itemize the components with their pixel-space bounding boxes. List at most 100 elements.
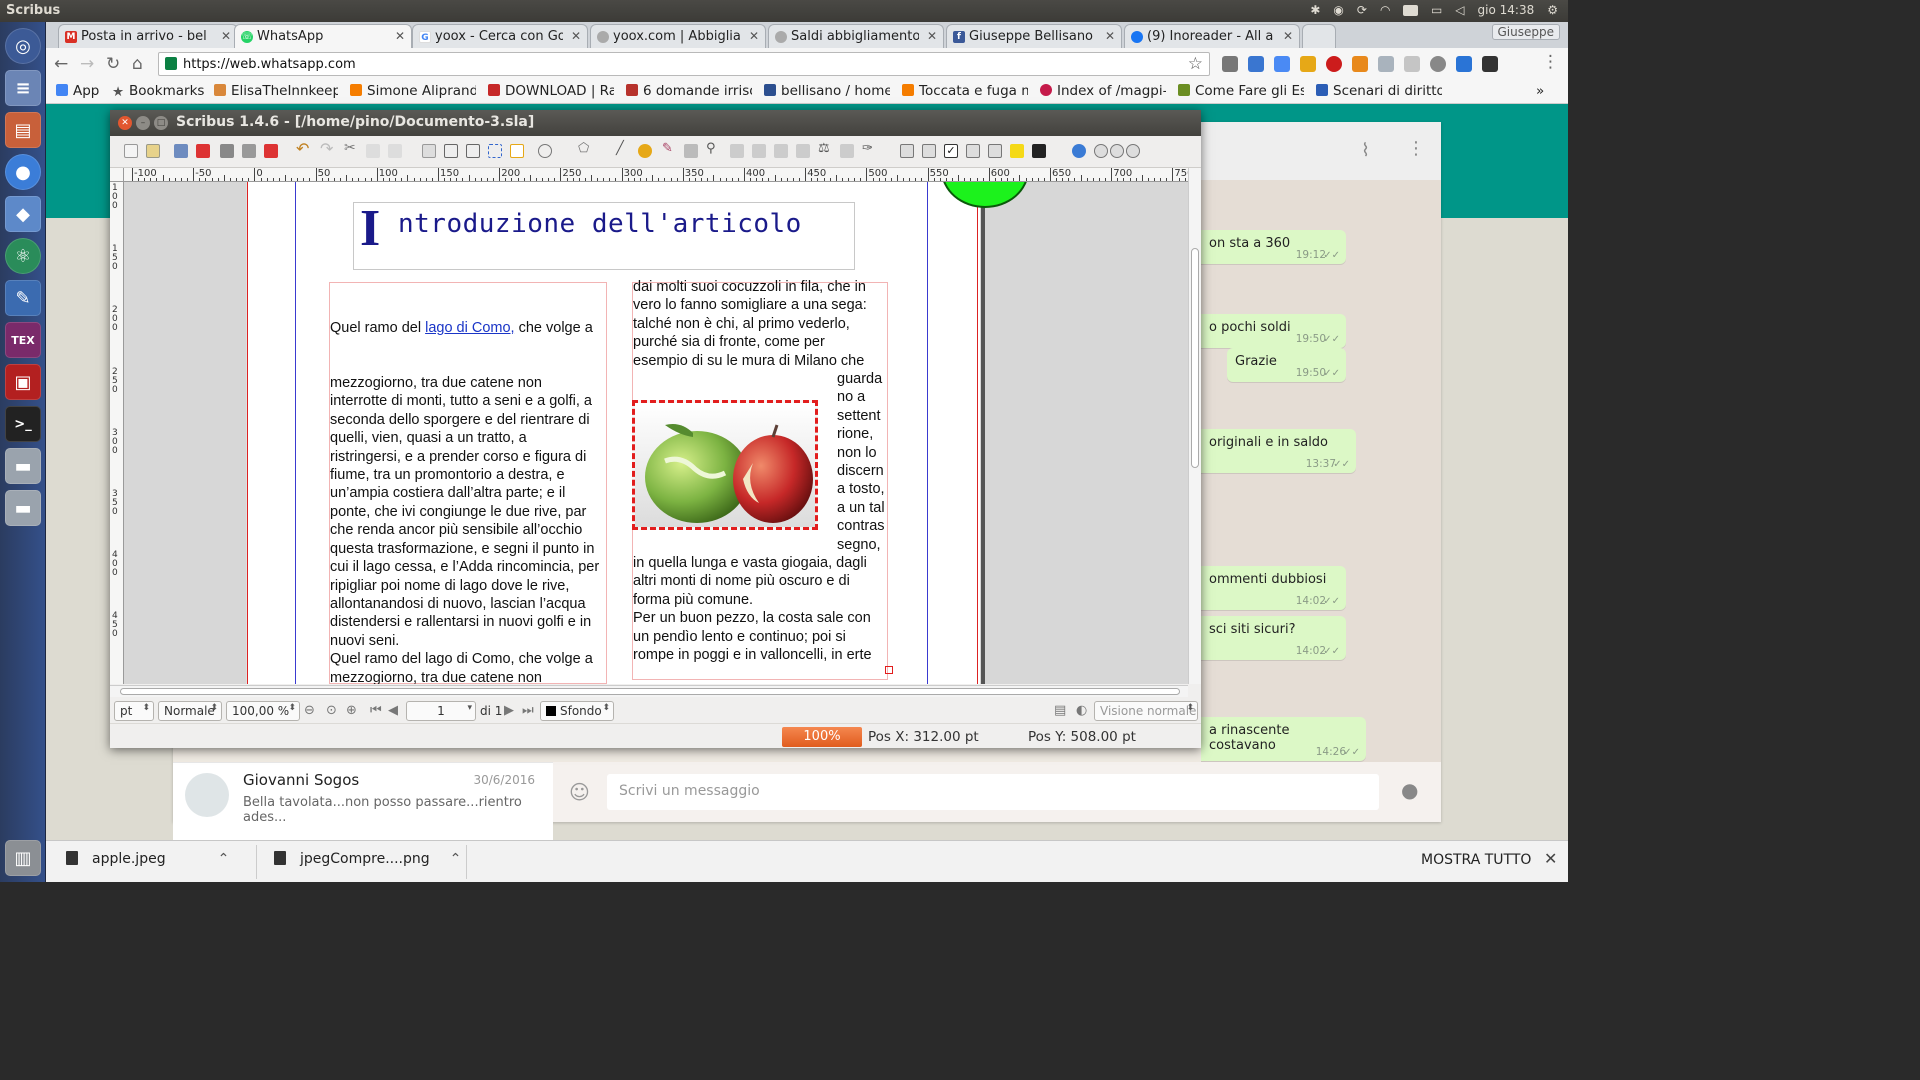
horizontal-ruler[interactable]: -100 -50 0 50 100 150 200 250 300 350 400 450 500 550…: [124, 168, 1201, 182]
scroll-thumb[interactable]: [120, 688, 1180, 695]
bookmark-item[interactable]: 6 domande irriso: [626, 83, 752, 99]
dropbox-ext-icon[interactable]: [1378, 56, 1394, 72]
bezier-icon[interactable]: [638, 144, 652, 158]
tab-facebook[interactable]: f Giuseppe Bellisano ✕: [946, 24, 1122, 48]
more-bookmarks-button[interactable]: »: [1536, 83, 1544, 99]
preview-mode-icon[interactable]: [1072, 144, 1086, 158]
drive-icon[interactable]: ▬: [5, 448, 41, 484]
bookmark-item[interactable]: Toccata e fuga m: [902, 83, 1028, 99]
line-icon[interactable]: ╱: [616, 141, 630, 156]
bookmark-bookmarks[interactable]: ★ Bookmarks: [112, 83, 204, 99]
terminal-icon[interactable]: >_: [5, 406, 41, 442]
chevron-up-icon[interactable]: ⌃: [450, 851, 462, 867]
rotate-icon[interactable]: [684, 144, 698, 158]
close-document-icon[interactable]: [196, 144, 210, 158]
extension-circle-icon[interactable]: [1430, 56, 1446, 72]
close-tab-icon[interactable]: ✕: [395, 29, 405, 43]
tab-inoreader[interactable]: (9) Inoreader - All a ✕: [1124, 24, 1300, 48]
table-icon[interactable]: [510, 144, 524, 158]
link-frames-icon[interactable]: [774, 144, 788, 158]
tab-gmail[interactable]: M Posta in arrivo - bel ✕: [58, 24, 238, 48]
apple-image-frame[interactable]: [632, 400, 818, 530]
lago-di-como-link[interactable]: lago di Como,: [425, 320, 514, 336]
zoom-field[interactable]: 100,00 % ⬍: [226, 701, 300, 721]
close-tab-icon[interactable]: ✕: [571, 29, 581, 43]
pdf-listbox-icon[interactable]: [988, 144, 1002, 158]
attach-paperclip-icon[interactable]: ⌇: [1361, 140, 1370, 161]
opera-icon[interactable]: [1326, 56, 1342, 72]
chat-list-item[interactable]: Giovanni Sogos 30/6/2016 Bella tavolata.…: [173, 762, 553, 840]
open-folder-icon[interactable]: [146, 144, 160, 158]
extension-puzzle-icon[interactable]: [1222, 56, 1238, 72]
export-pdf-icon[interactable]: [264, 144, 278, 158]
close-tab-icon[interactable]: ✕: [927, 29, 937, 43]
preview-toggle-icon[interactable]: ▤: [1054, 703, 1066, 718]
undo-icon[interactable]: ↶: [296, 139, 310, 158]
bookmark-item[interactable]: Scenari di diritto: [1316, 83, 1442, 99]
view-option-icon[interactable]: [1094, 144, 1108, 158]
freehand-icon[interactable]: ✎: [662, 141, 676, 156]
pdf-annotation-icon[interactable]: [1010, 144, 1024, 158]
tab-whatsapp[interactable]: ☏ WhatsApp ✕: [234, 24, 412, 48]
previous-page-icon[interactable]: ◀: [388, 703, 398, 718]
close-window-icon[interactable]: ✕: [118, 116, 132, 130]
preflight-icon[interactable]: [242, 144, 256, 158]
close-tab-icon[interactable]: ✕: [1105, 29, 1115, 43]
close-shelf-icon[interactable]: ✕: [1544, 849, 1557, 868]
minimize-window-icon[interactable]: –: [136, 116, 150, 130]
address-bar[interactable]: https://web.whatsapp.com ☆: [158, 52, 1210, 76]
extension-diamond-icon[interactable]: [1456, 56, 1472, 72]
close-tab-icon[interactable]: ✕: [221, 29, 231, 43]
shape-icon[interactable]: [538, 144, 552, 158]
close-tab-icon[interactable]: ✕: [749, 29, 759, 43]
keyboard-layout-indicator[interactable]: It: [1403, 4, 1418, 16]
close-tab-icon[interactable]: ✕: [1283, 29, 1293, 43]
visual-toggle-icon[interactable]: ◐: [1076, 703, 1087, 718]
image-mode-select[interactable]: Normale ⬍: [158, 701, 222, 721]
pdf-link-icon[interactable]: [1032, 144, 1046, 158]
bookmark-apps[interactable]: App: [56, 83, 99, 99]
layer-select[interactable]: Sfondo ⬍: [540, 701, 614, 721]
view-option-icon[interactable]: [1126, 144, 1140, 158]
home-icon[interactable]: ⌂: [132, 54, 143, 74]
select-tool-icon[interactable]: [422, 144, 436, 158]
bookmark-item[interactable]: Index of /magpi-: [1040, 83, 1166, 99]
pdf-combobox-icon[interactable]: [966, 144, 980, 158]
title-text-frame[interactable]: I ntroduzione dell'articolo: [353, 202, 855, 270]
text-editor-icon[interactable]: ≡: [5, 70, 41, 106]
document-page[interactable]: I ntroduzione dell'articolo Quel ramo de…: [246, 182, 1029, 684]
new-document-icon[interactable]: [124, 144, 138, 158]
show-all-downloads-button[interactable]: MOSTRA TUTTO: [1421, 852, 1531, 868]
green-ellipse-shape[interactable]: [941, 182, 1029, 208]
view-option-icon[interactable]: [1110, 144, 1124, 158]
bookmark-star-icon[interactable]: ☆: [1188, 54, 1203, 74]
chrome-menu-icon[interactable]: ⋮: [1542, 52, 1559, 72]
sync-icon[interactable]: ⟳: [1357, 3, 1367, 17]
files-icon[interactable]: ▤: [5, 112, 41, 148]
paste-icon[interactable]: [388, 144, 402, 158]
first-page-icon[interactable]: ⏮: [370, 703, 382, 718]
print-icon[interactable]: [220, 144, 234, 158]
redo-icon[interactable]: ↷: [320, 139, 334, 158]
ruler-corner[interactable]: [110, 168, 124, 182]
last-page-icon[interactable]: ⏭: [522, 703, 534, 718]
copy-properties-icon[interactable]: [840, 144, 854, 158]
render-frame-icon[interactable]: [488, 144, 502, 158]
wifi-icon[interactable]: ◠: [1380, 3, 1390, 17]
extension-grey-icon[interactable]: [1404, 56, 1420, 72]
vertical-scrollbar[interactable]: [1188, 168, 1201, 684]
cut-icon[interactable]: ✂: [344, 140, 358, 156]
next-page-icon[interactable]: ▶: [504, 703, 514, 718]
save-icon[interactable]: [174, 144, 188, 158]
battery-icon[interactable]: ▭: [1431, 3, 1442, 17]
dash-home-icon[interactable]: ◎: [5, 28, 41, 64]
back-arrow-icon[interactable]: ←: [54, 54, 68, 74]
pdf-checkbox-icon[interactable]: ✓: [944, 144, 958, 158]
zoom-icon[interactable]: ⚲: [706, 141, 720, 156]
clock[interactable]: gio 14:38: [1478, 3, 1535, 17]
emoji-icon[interactable]: ☺: [569, 780, 590, 804]
polygon-icon[interactable]: ⬠: [578, 141, 592, 156]
scribus-icon[interactable]: ✎: [5, 280, 41, 316]
download-item[interactable]: apple.jpeg ⌃: [66, 851, 229, 867]
text-overflow-marker-icon[interactable]: [885, 666, 893, 674]
